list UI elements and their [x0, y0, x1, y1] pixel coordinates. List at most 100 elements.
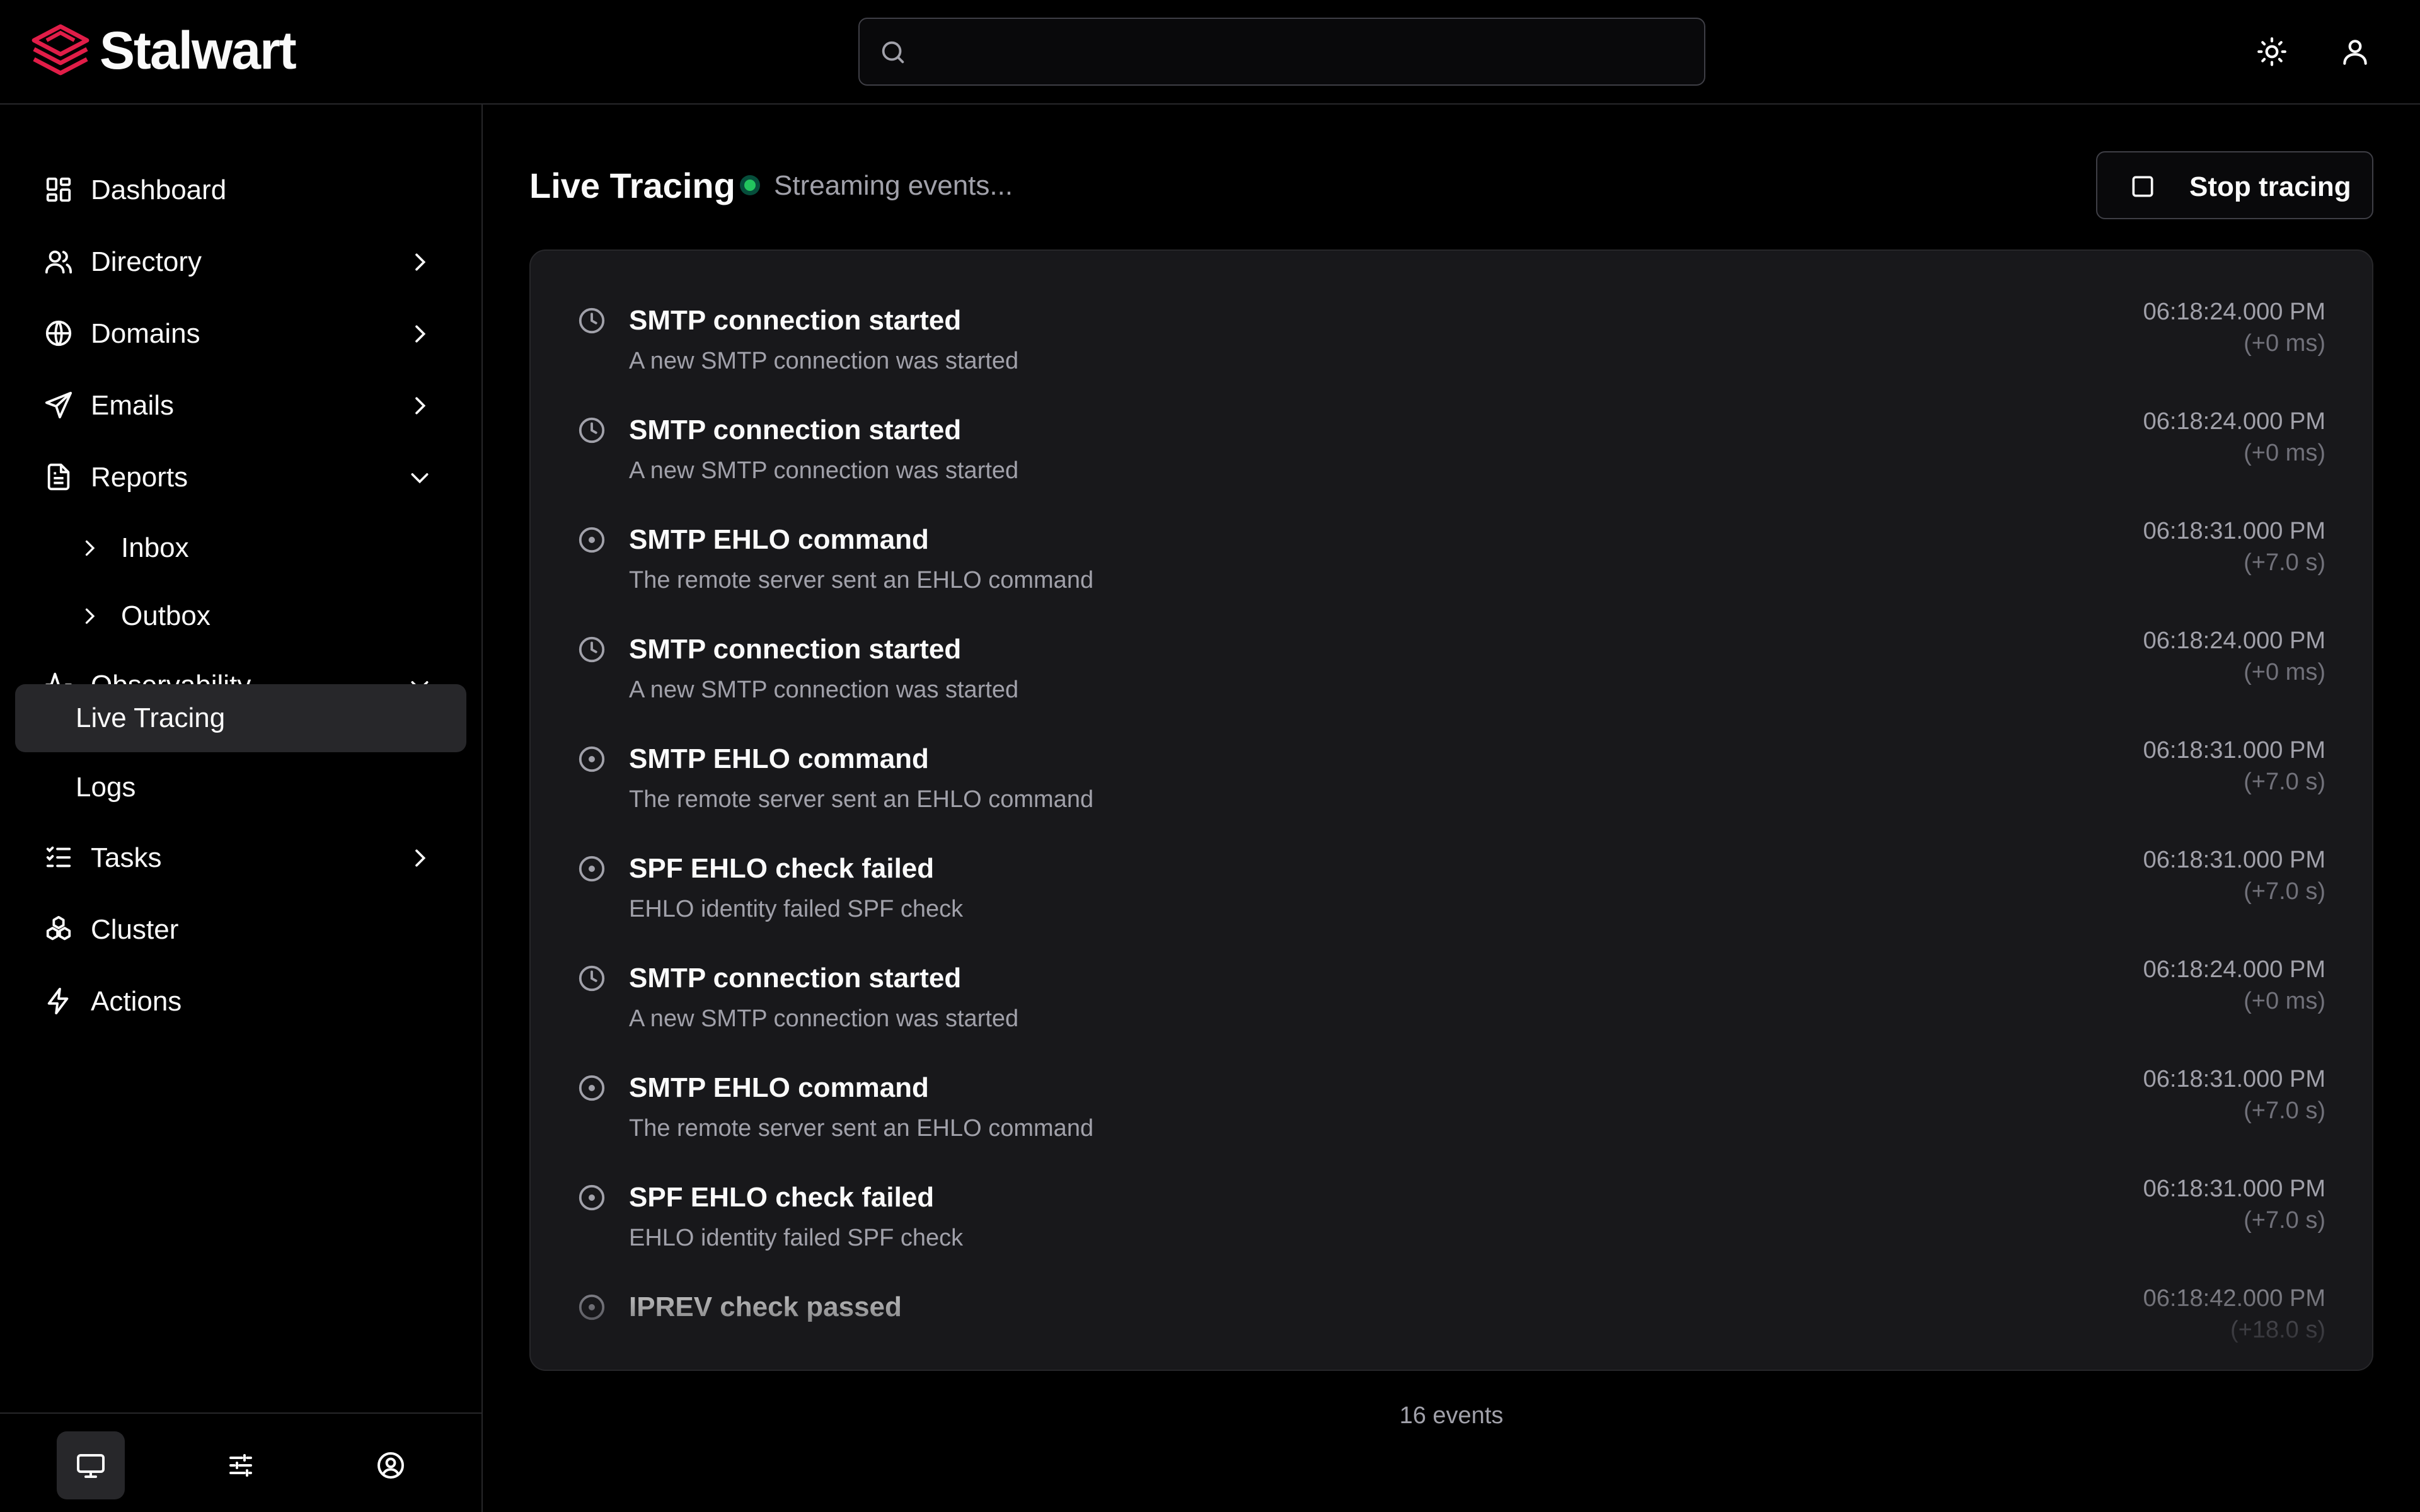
sidebar-item-tasks[interactable]: Tasks	[15, 824, 466, 892]
event-row[interactable]: SMTP connection started A new SMTP conne…	[531, 360, 2372, 484]
monitor-icon	[77, 1454, 105, 1478]
user-circle-icon	[377, 1452, 404, 1479]
event-delta: (+7.0 s)	[2244, 1097, 2325, 1124]
sidebar-item-dashboard[interactable]: Dashboard	[15, 156, 466, 224]
sidebar-item-directory[interactable]: Directory	[15, 228, 466, 296]
sidebar-item-domains[interactable]: Domains	[15, 300, 466, 368]
sidebar-item-label: Directory	[91, 246, 202, 277]
bolt-icon	[47, 987, 69, 1015]
event-title: SPF EHLO check failed	[629, 1182, 935, 1213]
event-time: 06:18:24.000 PM	[2143, 956, 2325, 983]
dot-circle-icon	[579, 1294, 605, 1320]
settings-button[interactable]	[207, 1431, 275, 1499]
top-bar: Stalwart	[0, 0, 2420, 105]
event-time: 06:18:24.000 PM	[2143, 408, 2325, 435]
sidebar-item-label: Outbox	[121, 600, 210, 631]
event-time: 06:18:24.000 PM	[2143, 299, 2325, 325]
event-title: SMTP connection started	[629, 963, 962, 994]
event-row[interactable]: SMTP EHLO command The remote server sent…	[531, 689, 2372, 813]
users-icon	[45, 250, 72, 274]
sidebar-item-emails[interactable]: Emails	[15, 372, 466, 440]
clock-icon	[579, 307, 605, 334]
sidebar-item-label: Dashboard	[91, 175, 227, 205]
sidebar-item-live-tracing[interactable]: Live Tracing	[15, 684, 466, 752]
event-time: 06:18:31.000 PM	[2143, 847, 2325, 873]
chevron-right-icon	[85, 540, 95, 556]
sidebar-footer	[0, 1412, 483, 1512]
event-time: 06:18:31.000 PM	[2143, 1066, 2325, 1092]
search-box[interactable]	[858, 18, 1705, 86]
sidebar-item-logs[interactable]: Logs	[15, 753, 466, 822]
clock-icon	[579, 965, 605, 992]
event-delta: (+0 ms)	[2244, 988, 2325, 1014]
sidebar-item-label: Tasks	[91, 842, 162, 873]
event-title: SMTP connection started	[629, 415, 962, 445]
event-list[interactable]: SMTP connection started A new SMTP conne…	[529, 249, 2373, 1371]
dot-circle-icon	[579, 856, 605, 882]
send-icon	[45, 391, 72, 419]
sidebar-item-label: Reports	[91, 462, 188, 493]
dot-circle-icon	[579, 1184, 605, 1211]
event-delta: (+18.0 s)	[2230, 1317, 2325, 1343]
logo[interactable]: Stalwart	[32, 24, 297, 77]
sidebar-item-label: Emails	[91, 390, 175, 421]
chevron-right-icon	[415, 397, 426, 415]
sidebar-item-inbox[interactable]: Inbox	[15, 514, 466, 582]
event-time: 06:18:24.000 PM	[2143, 627, 2325, 654]
sidebar-item-cluster[interactable]: Cluster	[15, 896, 466, 964]
clock-icon	[579, 417, 605, 444]
event-delta: (+7.0 s)	[2244, 878, 2325, 905]
event-title: SMTP EHLO command	[629, 524, 929, 555]
sidebar-item-reports[interactable]: Reports	[15, 444, 466, 512]
dot-circle-icon	[579, 527, 605, 553]
event-row[interactable]: SMTP connection started A new SMTP conne…	[531, 580, 2372, 703]
event-row[interactable]: SMTP connection started A new SMTP conne…	[531, 908, 2372, 1032]
sidebar-item-actions[interactable]: Actions	[15, 968, 466, 1036]
event-row[interactable]: SMTP connection started A new SMTP conne…	[531, 251, 2372, 374]
sidebar-item-label: Cluster	[91, 914, 179, 945]
page-title: Live Tracing	[529, 166, 735, 205]
search-icon	[882, 41, 904, 64]
stalwart-logo-icon	[32, 24, 89, 76]
document-icon	[47, 463, 70, 491]
event-count: 16 events	[1399, 1402, 1504, 1429]
sliders-icon	[229, 1454, 252, 1477]
user-icon	[2343, 40, 2367, 65]
stop-tracing-button[interactable]: Stop tracing	[2096, 151, 2373, 219]
event-title: IPREV check passed	[629, 1292, 902, 1322]
dashboard-icon	[46, 177, 71, 202]
display-mode-button[interactable]	[57, 1431, 125, 1499]
stop-square-icon	[2132, 176, 2153, 197]
sidebar-item-label: Actions	[91, 986, 182, 1017]
event-time: 06:18:42.000 PM	[2143, 1285, 2325, 1312]
cluster-icon	[46, 915, 71, 941]
event-delta: (+7.0 s)	[2244, 1207, 2325, 1234]
sidebar-item-label: Inbox	[121, 532, 189, 563]
event-delta: (+0 ms)	[2244, 330, 2325, 357]
event-row[interactable]: SPF EHLO check failed EHLO identity fail…	[531, 799, 2372, 922]
theme-toggle-button[interactable]	[2252, 32, 2292, 72]
clock-icon	[579, 636, 605, 663]
event-row[interactable]: SMTP EHLO command The remote server sent…	[531, 1018, 2372, 1142]
event-row[interactable]: SMTP EHLO command The remote server sent…	[531, 470, 2372, 593]
event-title: SMTP connection started	[629, 634, 962, 665]
event-title: SMTP EHLO command	[629, 743, 929, 774]
event-delta: (+0 ms)	[2244, 659, 2325, 685]
chevron-right-icon	[415, 253, 426, 271]
chevron-right-icon	[415, 849, 426, 867]
streaming-status-text: Streaming events...	[774, 170, 1013, 201]
event-delta: (+7.0 s)	[2244, 769, 2325, 795]
sidebar: Dashboard Directory Domains Emails Repor…	[0, 105, 483, 1512]
user-menu-button[interactable]	[2335, 32, 2375, 72]
event-delta: (+0 ms)	[2244, 440, 2325, 466]
sidebar-item-outbox[interactable]: Outbox	[15, 582, 466, 650]
dot-circle-icon	[579, 746, 605, 772]
event-row[interactable]: IPREV check passed 06:18:42.000 PM (+18.…	[531, 1237, 2372, 1347]
search-input[interactable]	[920, 19, 1691, 86]
sidebar-item-label: Live Tracing	[76, 702, 226, 733]
event-row[interactable]: SPF EHLO check failed EHLO identity fail…	[531, 1128, 2372, 1251]
account-button[interactable]	[357, 1431, 425, 1499]
streaming-status-indicator	[740, 175, 760, 195]
event-time: 06:18:31.000 PM	[2143, 737, 2325, 764]
event-title: SMTP EHLO command	[629, 1072, 929, 1103]
